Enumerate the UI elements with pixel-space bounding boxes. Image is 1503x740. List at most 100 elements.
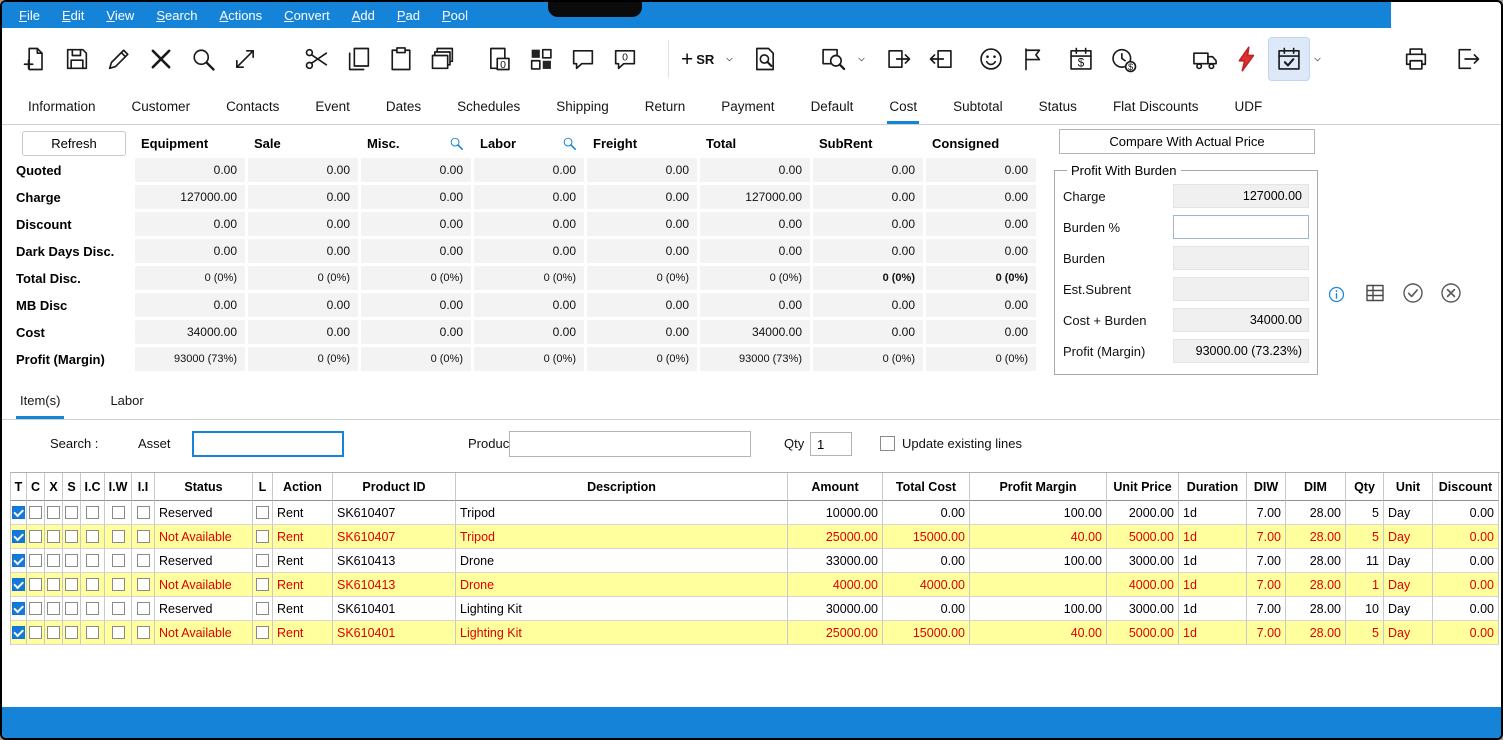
edit-button[interactable] <box>98 37 140 81</box>
burden-field-value[interactable] <box>1173 277 1309 301</box>
transfer-out-button[interactable] <box>878 37 920 81</box>
cell-checkbox-i-c[interactable] <box>81 573 105 597</box>
cell-checkbox-s[interactable] <box>63 501 81 525</box>
tab-event[interactable]: Event <box>313 90 352 124</box>
new-document-button[interactable] <box>14 37 56 81</box>
adjust-table-icon[interactable] <box>1363 281 1387 310</box>
cell-checkbox-s[interactable] <box>63 549 81 573</box>
calendar-dollar-button[interactable]: $ <box>1060 37 1102 81</box>
cell-checkbox-l[interactable] <box>253 549 273 573</box>
cell-checkbox-i-c[interactable] <box>81 525 105 549</box>
item-row[interactable]: Not AvailableRentSK610413Drone4000.00400… <box>11 573 1500 597</box>
tab-return[interactable]: Return <box>643 90 688 124</box>
burden-field-value[interactable]: 93000.00 (73.23%) <box>1173 339 1309 363</box>
checkbox-i-w[interactable] <box>112 506 125 519</box>
checkbox-c[interactable] <box>29 626 42 639</box>
calendar-check-button[interactable] <box>1268 37 1310 81</box>
cell-checkbox-c[interactable] <box>27 597 45 621</box>
checkbox-s[interactable] <box>65 602 78 615</box>
cancel-icon[interactable] <box>1439 281 1463 310</box>
cell-checkbox-c[interactable] <box>27 501 45 525</box>
tab-information[interactable]: Information <box>26 90 98 124</box>
tab-contacts[interactable]: Contacts <box>224 90 281 124</box>
tab-cost[interactable]: Cost <box>887 90 919 124</box>
column-header-s[interactable]: S <box>63 473 81 501</box>
note-zero-button[interactable]: 0 <box>604 37 646 81</box>
cell-checkbox-t[interactable] <box>11 549 27 573</box>
transfer-in-button[interactable] <box>920 37 962 81</box>
cell-checkbox-i-c[interactable] <box>81 501 105 525</box>
note-button[interactable] <box>562 37 604 81</box>
layers-button[interactable] <box>422 37 464 81</box>
tab-schedules[interactable]: Schedules <box>455 90 522 124</box>
checkbox-s[interactable] <box>65 578 78 591</box>
menu-convert[interactable]: Convert <box>273 8 341 23</box>
search-alternate-button[interactable] <box>812 37 854 81</box>
menu-add[interactable]: Add <box>341 8 386 23</box>
checkbox-x[interactable] <box>47 578 60 591</box>
print-button[interactable] <box>1395 37 1437 81</box>
checkbox-i-i[interactable] <box>137 602 150 615</box>
smiley-button[interactable] <box>970 37 1012 81</box>
column-header-duration[interactable]: Duration <box>1179 473 1247 501</box>
column-header-discount[interactable]: Discount <box>1433 473 1499 501</box>
search-button[interactable] <box>182 37 224 81</box>
checkbox-l[interactable] <box>256 602 269 615</box>
cell-checkbox-i-w[interactable] <box>105 573 132 597</box>
cell-checkbox-i-c[interactable] <box>81 621 105 645</box>
checkbox-c[interactable] <box>29 578 42 591</box>
cell-checkbox-i-i[interactable] <box>132 549 155 573</box>
copy-button[interactable] <box>338 37 380 81</box>
checkbox-l[interactable] <box>256 506 269 519</box>
delete-button[interactable] <box>140 37 182 81</box>
checkbox-i-i[interactable] <box>137 554 150 567</box>
checkbox-t[interactable] <box>12 554 25 567</box>
cell-checkbox-i-w[interactable] <box>105 621 132 645</box>
cell-checkbox-i-c[interactable] <box>81 549 105 573</box>
menu-search[interactable]: Search <box>145 8 208 23</box>
cell-checkbox-i-i[interactable] <box>132 501 155 525</box>
refresh-button[interactable]: Refresh <box>22 131 126 156</box>
tab-dates[interactable]: Dates <box>384 90 423 124</box>
search-document-button[interactable] <box>744 37 786 81</box>
checkbox-i-c[interactable] <box>86 602 99 615</box>
asset-input[interactable] <box>192 431 344 457</box>
column-header-unit-price[interactable]: Unit Price <box>1107 473 1179 501</box>
cell-checkbox-s[interactable] <box>63 573 81 597</box>
blocks-button[interactable] <box>520 37 562 81</box>
checkbox-i-w[interactable] <box>112 602 125 615</box>
menu-file[interactable]: File <box>8 8 51 23</box>
checkbox-s[interactable] <box>65 626 78 639</box>
cell-checkbox-i-i[interactable] <box>132 621 155 645</box>
product-input[interactable] <box>509 431 751 457</box>
cut-button[interactable] <box>296 37 338 81</box>
confirm-icon[interactable] <box>1401 281 1425 310</box>
column-header-diw[interactable]: DIW <box>1247 473 1286 501</box>
paste-button[interactable] <box>380 37 422 81</box>
checkbox-t[interactable] <box>12 506 25 519</box>
menu-pool[interactable]: Pool <box>431 8 479 23</box>
burden-field-value[interactable]: 34000.00 <box>1173 308 1309 332</box>
cell-checkbox-l[interactable] <box>253 597 273 621</box>
cell-checkbox-c[interactable] <box>27 525 45 549</box>
checkbox-x[interactable] <box>47 506 60 519</box>
checkbox-i-c[interactable] <box>86 626 99 639</box>
column-header-c[interactable]: C <box>27 473 45 501</box>
column-header-amount[interactable]: Amount <box>788 473 883 501</box>
cell-checkbox-x[interactable] <box>45 501 63 525</box>
cell-checkbox-i-w[interactable] <box>105 501 132 525</box>
menu-pad[interactable]: Pad <box>386 8 431 23</box>
checkbox-i-i[interactable] <box>137 578 150 591</box>
cell-checkbox-c[interactable] <box>27 573 45 597</box>
tab-udf[interactable]: UDF <box>1232 90 1264 124</box>
checkbox-i-w[interactable] <box>112 530 125 543</box>
cell-checkbox-l[interactable] <box>253 621 273 645</box>
cell-checkbox-t[interactable] <box>11 573 27 597</box>
tab-default[interactable]: Default <box>809 90 856 124</box>
cell-checkbox-c[interactable] <box>27 549 45 573</box>
tab-subtotal[interactable]: Subtotal <box>951 90 1005 124</box>
dropdown-caret-icon[interactable] <box>722 37 736 81</box>
exit-button[interactable] <box>1447 37 1489 81</box>
info-icon[interactable] <box>1327 285 1346 309</box>
cell-checkbox-i-c[interactable] <box>81 597 105 621</box>
